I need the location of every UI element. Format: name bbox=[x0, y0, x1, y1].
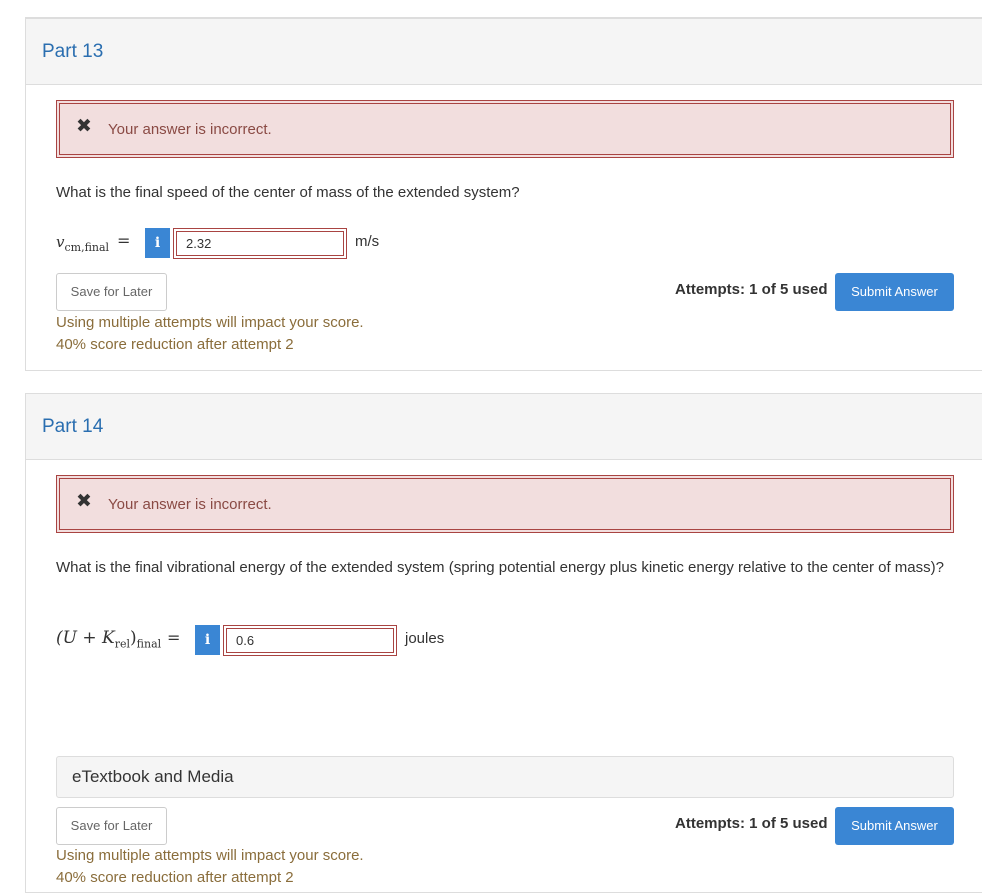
attempts-warning: Using multiple attempts will impact your… bbox=[56, 314, 364, 331]
v-cm-final-label: vcm,final bbox=[56, 233, 110, 254]
equals-sign: = bbox=[167, 628, 181, 647]
alert-text: Your answer is incorrect. bbox=[108, 496, 272, 513]
info-icon[interactable]: i bbox=[195, 625, 220, 655]
answer-value[interactable]: 0.6 bbox=[226, 628, 394, 653]
part-13-title: Part 13 bbox=[42, 41, 104, 62]
x-mark-icon: ✖ bbox=[76, 116, 92, 137]
submit-answer-button[interactable]: Submit Answer bbox=[835, 807, 954, 845]
etextbook-label: eTextbook and Media bbox=[72, 767, 234, 786]
submit-answer-button[interactable]: Submit Answer bbox=[835, 273, 954, 311]
unit-label: joules bbox=[405, 630, 445, 647]
answer-input-part-14[interactable]: 0.6 bbox=[223, 625, 397, 656]
energy-expression-label: (U + Krel)final bbox=[56, 628, 162, 651]
equals-sign: = bbox=[117, 231, 131, 250]
part-14-incorrect-alert: ✖ Your answer is incorrect. bbox=[56, 475, 954, 533]
answer-input-part-13[interactable]: 2.32 bbox=[173, 228, 347, 259]
part-14-panel: Part 14 ✖ Your answer is incorrect. What… bbox=[25, 393, 982, 893]
x-mark-icon: ✖ bbox=[76, 491, 92, 512]
part-14-question: What is the final vibrational energy of … bbox=[56, 559, 944, 576]
save-for-later-button[interactable]: Save for Later bbox=[56, 273, 167, 311]
info-icon[interactable]: i bbox=[145, 228, 170, 258]
part-13-incorrect-alert: ✖ Your answer is incorrect. bbox=[56, 100, 954, 158]
attempts-counter: Attempts: 1 of 5 used bbox=[675, 281, 828, 298]
part-13-panel: Part 13 ✖ Your answer is incorrect. What… bbox=[25, 18, 982, 371]
score-reduction-note: 40% score reduction after attempt 2 bbox=[56, 869, 294, 886]
part-13-question: What is the final speed of the center of… bbox=[56, 184, 520, 201]
save-for-later-button[interactable]: Save for Later bbox=[56, 807, 167, 845]
etextbook-and-media-section[interactable]: eTextbook and Media bbox=[56, 756, 954, 798]
attempts-counter: Attempts: 1 of 5 used bbox=[675, 815, 828, 832]
part-14-title: Part 14 bbox=[42, 416, 104, 437]
answer-value[interactable]: 2.32 bbox=[176, 231, 344, 256]
score-reduction-note: 40% score reduction after attempt 2 bbox=[56, 336, 294, 353]
alert-text: Your answer is incorrect. bbox=[108, 121, 272, 138]
part-14-header: Part 14 bbox=[26, 394, 982, 460]
attempts-warning: Using multiple attempts will impact your… bbox=[56, 847, 364, 864]
unit-label: m/s bbox=[355, 233, 380, 250]
part-13-header: Part 13 bbox=[26, 19, 982, 85]
